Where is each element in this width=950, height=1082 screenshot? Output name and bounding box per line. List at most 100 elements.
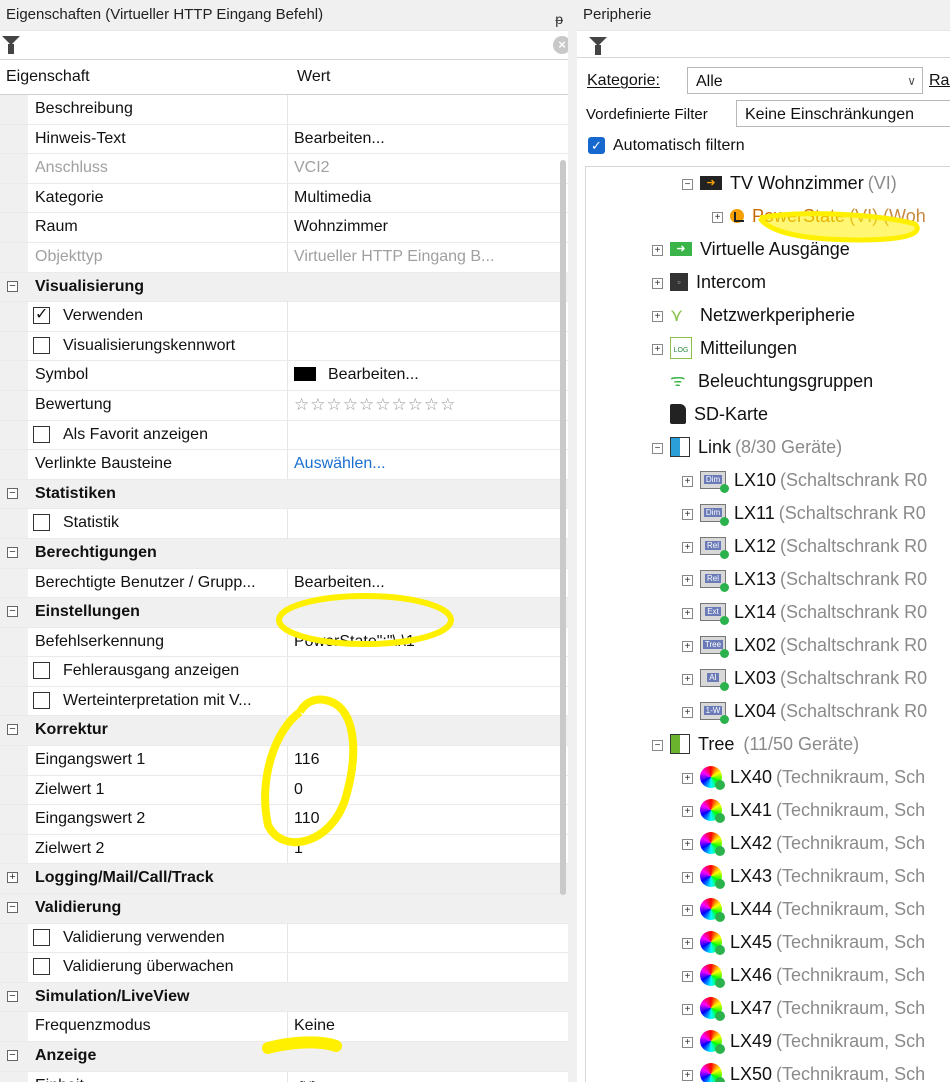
tree-node[interactable]: + LX46 (Technikraum, Sch [682,959,925,992]
property-value[interactable]: 110 [294,805,534,833]
tree-node[interactable]: + Rel LX13 (Schaltschrank R0 [682,563,927,596]
filter-icon[interactable] [589,37,607,55]
property-row[interactable]: Verlinkte Bausteine Auswählen... [0,450,577,480]
property-value[interactable]: Bearbeiten... [294,569,534,597]
tree-node[interactable]: + ▫ Intercom [652,266,770,299]
tree-node[interactable]: + Tree LX02 (Schaltschrank R0 [682,629,927,662]
expand-collapse-icon[interactable]: + [682,674,693,685]
property-checkbox-row[interactable]: Visualisierungskennwort [0,331,577,362]
peripherals-filter-bar[interactable] [577,30,950,58]
expand-collapse-icon[interactable]: + [682,1070,693,1081]
expand-collapse-icon[interactable]: − [7,487,18,499]
category-row[interactable]: + Logging/Mail/Call/Track [0,864,577,895]
column-property[interactable]: Eigenschaft [6,60,90,94]
property-row[interactable]: Zielwert 2 1 [0,834,577,865]
property-row[interactable]: Objekttyp Virtueller HTTP Eingang B... [0,242,577,273]
property-checkbox-row[interactable]: Fehlerausgang anzeigen [0,657,577,687]
auto-filter-checkbox[interactable]: ✓ [588,137,605,154]
expand-collapse-icon[interactable]: − [652,443,663,454]
expand-collapse-icon[interactable]: − [7,1050,18,1061]
property-checkbox[interactable] [33,958,50,976]
property-checkbox[interactable] [33,662,50,680]
property-value[interactable]: ☆☆☆☆☆☆☆☆☆☆ [294,391,534,419]
property-row[interactable]: Raum Wohnzimmer [0,213,577,243]
expand-collapse-icon[interactable]: + [682,542,693,553]
property-checkbox[interactable] [33,336,50,354]
property-row[interactable]: Eingangswert 1 116 [0,746,577,776]
category-row[interactable]: − Visualisierung [0,272,577,303]
panel-splitter[interactable] [568,0,577,1082]
tree-node[interactable]: − Link (8/30 Geräte) [652,431,842,464]
tree-node[interactable]: + LX40 (Technikraum, Sch [682,761,925,794]
expand-collapse-icon[interactable]: + [682,938,693,949]
property-value[interactable]: Bearbeiten... [294,125,534,153]
property-row[interactable]: Anschluss VCI2 [0,154,577,184]
property-value[interactable]: VCI2 [294,154,534,182]
property-value[interactable]: Multimedia [294,184,534,212]
expand-collapse-icon[interactable]: + [682,1004,693,1015]
tree-node[interactable]: + LX45 (Technikraum, Sch [682,926,925,959]
expand-collapse-icon[interactable]: − [7,724,18,736]
tree-node[interactable]: + LOG Mitteilungen [652,332,801,365]
expand-collapse-icon[interactable]: + [682,476,693,487]
property-value[interactable]: Wohnzimmer [294,213,534,241]
expand-collapse-icon[interactable]: + [652,344,663,355]
property-value[interactable]: Virtueller HTTP Eingang B... [294,243,534,271]
tree-node[interactable]: SD-Karte [670,398,772,431]
property-checkbox-row[interactable]: Validierung verwenden [0,923,577,954]
tree-node[interactable]: + LX44 (Technikraum, Sch [682,893,925,926]
expand-collapse-icon[interactable]: + [712,212,723,223]
expand-collapse-icon[interactable]: + [682,773,693,784]
expand-collapse-icon[interactable]: + [682,839,693,850]
column-value[interactable]: Wert [297,60,330,94]
tree-node[interactable]: + LX43 (Technikraum, Sch [682,860,925,893]
property-value[interactable]: Auswählen... [294,450,534,478]
category-row[interactable]: − Validierung [0,894,577,924]
expand-collapse-icon[interactable]: + [652,278,663,289]
tree-node[interactable]: − Tree (11/50 Geräte) [652,728,859,761]
tree-node[interactable]: + ➜ Virtuelle Ausgänge [652,233,854,266]
tree-node[interactable]: ᯤ Beleuchtungsgruppen [670,365,877,398]
category-row[interactable]: − Anzeige [0,1042,577,1072]
category-row[interactable]: − Einstellungen [0,598,577,628]
expand-collapse-icon[interactable]: + [682,872,693,883]
property-value[interactable]: Keine [294,1012,534,1040]
expand-collapse-icon[interactable]: − [7,546,18,558]
expand-collapse-icon[interactable]: + [682,971,693,982]
property-row[interactable]: Frequenzmodus Keine [0,1012,577,1042]
expand-collapse-icon[interactable]: + [682,641,693,652]
expand-collapse-icon[interactable]: + [682,806,693,817]
expand-collapse-icon[interactable]: + [682,707,693,718]
property-row[interactable]: Einheit <v> [0,1071,577,1082]
property-value[interactable]: 116 [294,746,534,774]
property-checkbox[interactable] [33,691,50,709]
property-row[interactable]: Kategorie Multimedia [0,183,577,214]
property-value[interactable]: Bearbeiten... [294,361,534,389]
tree-node[interactable]: + AI LX03 (Schaltschrank R0 [682,662,927,695]
filter-icon[interactable] [2,36,20,54]
tree-node[interactable]: + Dim LX11 (Schaltschrank R0 [682,497,926,530]
property-value[interactable]: <v> [294,1072,534,1082]
property-row[interactable]: Berechtigte Benutzer / Grupp... Bearbeite… [0,568,577,599]
expand-collapse-icon[interactable]: − [7,990,18,1002]
property-row[interactable]: Beschreibung [0,95,577,125]
expand-collapse-icon[interactable]: − [7,902,18,914]
property-checkbox-row[interactable]: Verwenden [0,301,577,332]
property-value[interactable]: 0 [294,776,534,804]
tree-node[interactable]: + LX50 (Technikraum, Sch [682,1058,925,1082]
property-row[interactable]: Bewertung ☆☆☆☆☆☆☆☆☆☆ [0,390,577,421]
expand-collapse-icon[interactable]: − [7,606,18,618]
tree-node[interactable]: − ➜ TV Wohnzimmer (VI) [682,167,897,200]
tree-node[interactable]: + Rel LX12 (Schaltschrank R0 [682,530,927,563]
property-value[interactable]: 1 [294,835,534,863]
tree-node[interactable]: + Dim LX10 (Schaltschrank R0 [682,464,927,497]
property-value[interactable]: PowerState":"\.\1 [294,628,534,656]
tree-node[interactable]: + Ext LX14 (Schaltschrank R0 [682,596,927,629]
property-checkbox-row[interactable]: Werteinterpretation mit V... [0,686,577,717]
tree-node[interactable]: +1-W LX04 (Schaltschrank R0 [682,695,927,728]
tree-node[interactable]: + LX41 (Technikraum, Sch [682,794,925,827]
expand-collapse-icon[interactable]: + [682,509,693,520]
tree-node[interactable]: + PowerState (VI) (Woh [712,200,926,233]
property-checkbox[interactable] [33,928,50,946]
expand-collapse-icon[interactable]: + [652,245,663,256]
